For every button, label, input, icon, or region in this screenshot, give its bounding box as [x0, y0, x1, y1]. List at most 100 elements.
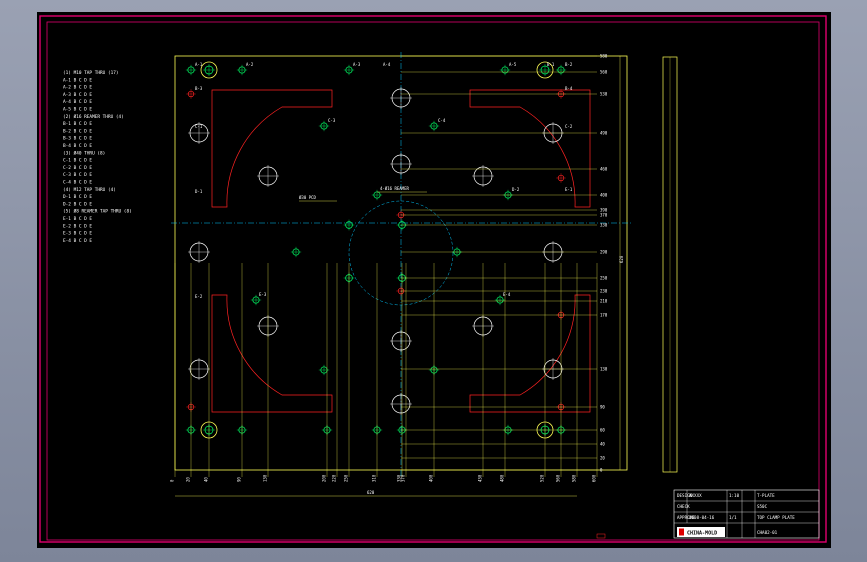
note-line: A-2 B C D E: [63, 85, 92, 91]
right-dim-label: 400: [600, 193, 608, 198]
right-dim-label: 130: [600, 367, 608, 372]
bottom-dim-label: 430: [478, 474, 483, 482]
title-block: CHINA-MOLD DESIGN XXXXX 1:10 T-PLATE CHE…: [596, 489, 820, 539]
bottom-dim-label: 220: [332, 474, 337, 482]
hole-label: C-3: [328, 118, 336, 123]
note-line: A-3 B C D E: [63, 92, 92, 98]
hole-label: B-4: [565, 86, 573, 91]
hole-label: E-1: [565, 187, 573, 192]
side-view: [662, 56, 678, 473]
right-dim-label: 290: [600, 250, 608, 255]
note-line: C-3 B C D E: [63, 172, 92, 178]
bottom-dim-label: 400: [429, 474, 434, 482]
right-dim-label: 90: [600, 405, 605, 410]
note-line: (4) M12 TAP THRU (4): [63, 187, 116, 193]
right-dim-label: 230: [600, 289, 608, 294]
note-line: E-2 B C D E: [63, 223, 92, 229]
note-line: B-1 B C D E: [63, 121, 92, 127]
pocket-top-left: [211, 89, 333, 208]
hole-label: D-2: [512, 187, 520, 192]
right-dim-label: 530: [600, 92, 608, 97]
hole-label: C-1: [195, 124, 203, 129]
svg-text:1:10: 1:10: [729, 493, 740, 498]
hole-label: A-2: [246, 62, 254, 67]
right-dim-label: 560: [600, 70, 608, 75]
pocket-bottom-left: [211, 294, 333, 413]
bottom-dim-label: 90: [237, 477, 242, 482]
note-line: E-1 B C D E: [63, 216, 92, 222]
inner-border: [46, 21, 820, 541]
hole-notes-table: (1) M10 TAP THRU (17) A-1 B C D E A-2 B …: [63, 70, 132, 244]
callout-label: 4-Ø16 REAMER: [380, 186, 409, 191]
svg-text:CHA02-01: CHA02-01: [757, 530, 778, 535]
hole-label: C-4: [438, 118, 446, 123]
right-dim-label: 20: [600, 456, 605, 461]
right-dim-label: 60: [600, 428, 605, 433]
note-line: C-2 B C D E: [63, 165, 92, 171]
note-line: A-5 B C D E: [63, 107, 92, 113]
note-line: (1) M10 TAP THRU (17): [63, 70, 119, 76]
hole-label: C-2: [565, 124, 573, 129]
hole-label: B-1: [547, 62, 555, 67]
note-line: A-1 B C D E: [63, 77, 92, 83]
right-dim-label: 460: [600, 167, 608, 172]
hole-label: A-5: [509, 62, 517, 67]
right-dim-label: 580: [600, 54, 608, 59]
company-logo-text: CHINA-MOLD: [687, 531, 717, 537]
bottom-dim-label: 370: [401, 474, 406, 482]
overall-height-label: 620: [619, 255, 624, 263]
right-dim-label: 210: [600, 299, 608, 304]
cad-canvas[interactable]: (1) M10 TAP THRU (17) A-1 B C D E A-2 B …: [37, 12, 831, 548]
drawing-frame: (1) M10 TAP THRU (17) A-1 B C D E A-2 B …: [0, 0, 867, 562]
bottom-dim-label: 480: [500, 474, 505, 482]
bottom-dim-label: 20: [186, 477, 191, 482]
svg-text:XXXXX: XXXXX: [689, 493, 702, 498]
bottom-dim-label: 250: [344, 474, 349, 482]
svg-text:CHECK: CHECK: [677, 504, 690, 509]
note-line: C-1 B C D E: [63, 158, 92, 164]
note-line: B-2 B C D E: [63, 128, 92, 134]
note-line: A-4 B C D E: [63, 99, 92, 105]
bottom-dim-label: 310: [372, 474, 377, 482]
svg-text:TOP CLAMP PLATE: TOP CLAMP PLATE: [757, 515, 795, 520]
hole-label: E-3: [259, 292, 267, 297]
overall-width-label: 620: [367, 490, 375, 495]
svg-text:1/1: 1/1: [729, 515, 737, 520]
bottom-dim-label: 130: [263, 474, 268, 482]
hole-label: A-3: [353, 62, 361, 67]
note-line: (2) Ø16 REAMER THRU (4): [63, 113, 124, 120]
svg-text:S50C: S50C: [757, 504, 768, 509]
bottom-dim-label: 580: [572, 474, 577, 482]
bottom-dim-label: 40: [204, 477, 209, 482]
hole-label: E-4: [503, 292, 511, 297]
right-dim-label: 330: [600, 223, 608, 228]
note-line: (5) Ø8 REAMER TAP THRU (8): [63, 208, 132, 215]
note-line: C-4 B C D E: [63, 180, 92, 186]
note-line: (3) Ø40 THRU (8): [63, 149, 105, 156]
note-line: D-2 B C D E: [63, 201, 92, 207]
right-dim-label: 40: [600, 442, 605, 447]
note-line: B-3 B C D E: [63, 136, 92, 142]
bottom-dim-label: 600: [592, 474, 597, 482]
outer-border: [39, 15, 827, 543]
hole-label: E-2: [195, 294, 203, 299]
cad-drawing: (1) M10 TAP THRU (17) A-1 B C D E A-2 B …: [39, 15, 827, 543]
svg-text:2008-04-16: 2008-04-16: [689, 515, 715, 520]
right-dim-label: 490: [600, 131, 608, 136]
right-dim-label: 250: [600, 276, 608, 281]
note-line: E-4 B C D E: [63, 238, 92, 244]
note-line: E-3 B C D E: [63, 231, 92, 237]
right-dim-label: 170: [600, 313, 608, 318]
hole-label: A-1: [195, 62, 203, 67]
pocket-bottom-right: [469, 294, 591, 413]
hole-label: A-4: [383, 62, 391, 67]
bottom-dim-label: 560: [556, 474, 561, 482]
right-dim-label: 370: [600, 213, 608, 218]
callout2-label: Ø30 PCD: [299, 195, 316, 200]
note-line: B-4 B C D E: [63, 143, 92, 149]
plate-view: 5805605304904604003903703302902502302101…: [170, 52, 631, 497]
hole-label: B-2: [565, 62, 573, 67]
note-line: D-1 B C D E: [63, 194, 92, 200]
bottom-dim-label: 200: [322, 474, 327, 482]
svg-text:T-PLATE: T-PLATE: [757, 493, 775, 498]
